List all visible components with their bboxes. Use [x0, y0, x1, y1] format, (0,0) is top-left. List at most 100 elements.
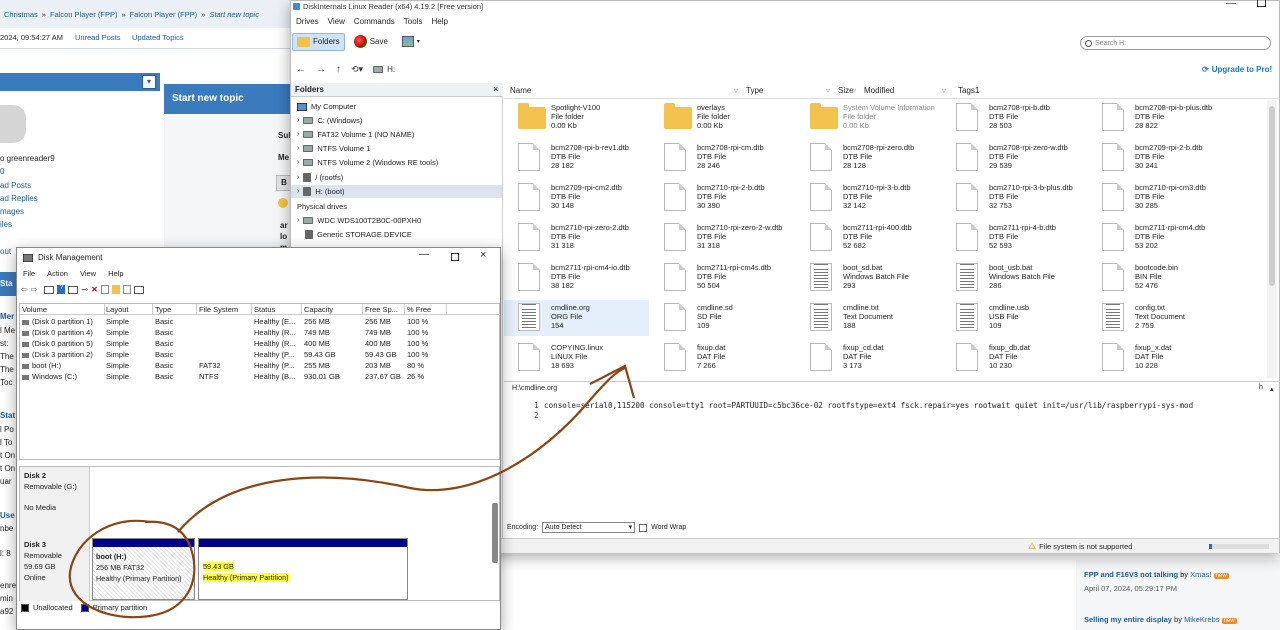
volume-row[interactable]: boot (H:) Simple Basic FAT32 Healthy (P... 25…	[20, 360, 500, 371]
file-item[interactable]: bcm2710-rpi-cm3.dtb DTB File 30 285	[1088, 180, 1233, 216]
user-link[interactable]: ad Replies	[0, 194, 38, 203]
menu-item[interactable]: Help	[431, 17, 447, 26]
partition-boot[interactable]: boot (H:) 256 MB FAT32 Healthy (Primary …	[92, 538, 195, 600]
recent-post-author[interactable]: MikeKrebs	[1184, 615, 1219, 624]
forward-arrow-icon[interactable]: →	[316, 64, 326, 75]
column-header[interactable]: Layout	[106, 304, 153, 315]
expand-icon[interactable]: ›	[297, 159, 299, 166]
file-item[interactable]: cmdline.org ORG File 154	[504, 300, 649, 336]
file-item[interactable]: bcm2710-rpi-zero-2-w.dtb DTB File 31 318	[650, 220, 795, 256]
tree-item[interactable]: › FAT32 Volume 1 (NO NAME)	[297, 128, 414, 141]
expand-icon[interactable]: ›	[297, 174, 299, 181]
check-icon[interactable]	[100, 285, 109, 294]
breadcrumb-item[interactable]: Falcon Player (FPP)	[50, 10, 118, 19]
upgrade-link[interactable]: ⟳ Upgrade to Pro!	[1202, 65, 1272, 74]
column-header[interactable]: Volume	[22, 304, 105, 315]
search-input[interactable]: Search H:	[1080, 36, 1271, 50]
recent-post-title[interactable]: FPP and F16V3 not talking	[1084, 570, 1178, 579]
file-item[interactable]: overlays File folder 0.00 Kb	[650, 100, 795, 136]
column-header[interactable]: Modified	[864, 83, 894, 99]
expand-icon[interactable]: ›	[297, 188, 299, 195]
file-item[interactable]: boot_sd.bat Windows Batch File 293	[796, 260, 941, 296]
tree-item[interactable]: › NTFS Volume 2 (Windows RE tools)	[297, 156, 438, 169]
file-item[interactable]: bcm2711-rpi-cm4-io.dtb DTB File 38 182	[504, 260, 649, 296]
collapse-arrow-icon[interactable]: ▴	[1270, 385, 1274, 393]
help-icon[interactable]: ?	[57, 285, 66, 294]
expand-icon[interactable]: ›	[297, 217, 299, 224]
close-icon[interactable]: ×	[493, 84, 498, 94]
logout-link[interactable]: out	[0, 247, 11, 256]
recent-post-author[interactable]: Xmas!	[1190, 570, 1211, 579]
column-header[interactable]: File System	[199, 304, 252, 315]
column-header[interactable]: Status	[254, 304, 302, 315]
tree-item-selected[interactable]: › H: (boot)	[291, 185, 502, 198]
file-item[interactable]: bcm2710-rpi-2-b.dtb DTB File 30 390	[650, 180, 795, 216]
column-header[interactable]: Type	[155, 304, 197, 315]
forward-arrow-icon[interactable]: ⇨	[31, 285, 38, 294]
collapse-icon[interactable]: ▾	[142, 75, 156, 89]
back-arrow-icon[interactable]: ←	[296, 64, 306, 75]
file-item[interactable]: bcm2711-rpi-cm4s.dtb DTB File 50 504	[650, 260, 795, 296]
user-link[interactable]: mages	[0, 207, 24, 216]
file-item[interactable]: System Volume Information File folder 0.00…	[796, 100, 941, 136]
expand-icon[interactable]: ›	[297, 117, 299, 124]
column-header[interactable]: Tags1	[958, 83, 979, 99]
file-item[interactable]: bcm2711-rpi-400.dtb DTB File 52 682	[796, 220, 941, 256]
list-icon[interactable]	[133, 285, 144, 294]
file-item[interactable]: bcm2711-rpi-4-b.dtb DTB File 52 593	[942, 220, 1087, 256]
column-header[interactable]: Name	[510, 83, 531, 99]
column-header[interactable]: Capacity	[304, 304, 363, 315]
file-item[interactable]: Spotlight-V100 File folder 0.00 Kb	[504, 100, 649, 136]
expand-icon[interactable]: ›	[297, 131, 299, 138]
breadcrumb-item[interactable]: Christmas	[4, 10, 38, 19]
user-link[interactable]: ad Posts	[0, 181, 31, 190]
history-icon[interactable]: ⟲▾	[351, 64, 363, 75]
file-item[interactable]: bcm2708-rpi-b-rev1.dtb DTB File 28 182	[504, 140, 649, 176]
partition-data[interactable]: 59.43 GB Healthy (Primary Partition)	[198, 538, 408, 600]
file-item[interactable]: fixup_db.dat DAT File 10 230	[942, 340, 1087, 376]
menu-item[interactable]: Drives	[296, 17, 319, 26]
properties-icon[interactable]	[68, 285, 79, 294]
up-arrow-icon[interactable]: ↑	[336, 64, 341, 75]
maximize-icon[interactable]	[451, 253, 459, 261]
file-item[interactable]: bcm2708-rpi-zero.dtb DTB File 28 128	[796, 140, 941, 176]
file-item[interactable]: cmdline.sd SD File 109	[650, 300, 795, 336]
open-icon[interactable]	[111, 285, 120, 294]
file-item[interactable]: bcm2711-rpi-cm4.dtb DTB File 53 202	[1088, 220, 1233, 256]
path-bar[interactable]: H:	[373, 65, 395, 74]
graphical-scrollbar-thumb[interactable]	[492, 503, 498, 563]
menu-item[interactable]: Action	[47, 269, 68, 278]
file-item[interactable]: bcm2709-rpi-2-b.dtb DTB File 30 241	[1088, 140, 1233, 176]
back-arrow-icon[interactable]: ⇦	[21, 285, 28, 294]
scrollbar-thumb[interactable]	[1269, 106, 1275, 286]
file-item[interactable]: bcm2710-rpi-zero-2.dtb DTB File 31 318	[504, 220, 649, 256]
menu-item[interactable]: Commands	[354, 17, 395, 26]
delete-icon[interactable]: ✕	[91, 285, 98, 294]
file-item[interactable]: bcm2710-rpi-3-b.dtb DTB File 32 142	[796, 180, 941, 216]
tree-item[interactable]: › / (rootfs)	[297, 171, 343, 184]
file-item[interactable]: bcm2708-rpi-zero-w.dtb DTB File 29 539	[942, 140, 1087, 176]
tree-item[interactable]: › WDC WDS100T2B0C-00PXH0	[297, 214, 421, 227]
file-item[interactable]: config.txt Text Document 2 759	[1088, 300, 1233, 336]
file-item[interactable]: boot_usb.bat Windows Batch File 286	[942, 260, 1087, 296]
maximize-icon[interactable]	[1257, 0, 1266, 7]
volume-row[interactable]: (Disk 0 partition 5) Simple Basic Healthy (…	[20, 338, 500, 349]
breadcrumb-item[interactable]: Falcon Player (FPP)	[130, 10, 198, 19]
save-button[interactable]: Save	[349, 31, 393, 52]
file-item[interactable]: COPYING.linux LINUX File 18 693	[504, 340, 649, 376]
volume-row[interactable]: Windows (C:) Simple Basic NTFS Healthy (B...…	[20, 371, 500, 382]
user-link[interactable]: iles	[0, 220, 12, 229]
menu-item[interactable]: Tools	[404, 17, 423, 26]
rescan-icon[interactable]	[122, 285, 131, 294]
file-item[interactable]: bcm2709-rpi-cm2.dtb DTB File 30 148	[504, 180, 649, 216]
file-item[interactable]: bootcode.bin BIN File 52 476	[1088, 260, 1233, 296]
column-header[interactable]: Free Sp...	[365, 304, 405, 315]
file-item[interactable]: fixup_cd.dat DAT File 3 173	[796, 340, 941, 376]
close-icon[interactable]: ×	[480, 249, 486, 261]
volume-row[interactable]: (Disk 0 partition 4) Simple Basic Healthy (…	[20, 327, 500, 338]
smiley-icon[interactable]	[278, 198, 288, 208]
tree-item[interactable]: › C: (Windows)	[297, 114, 362, 127]
file-item[interactable]: bcm2708-rpi-cm.dtb DTB File 28 246	[650, 140, 795, 176]
menu-item[interactable]: File	[23, 269, 35, 278]
file-item[interactable]: cmdline.usb USB File 109	[942, 300, 1087, 336]
